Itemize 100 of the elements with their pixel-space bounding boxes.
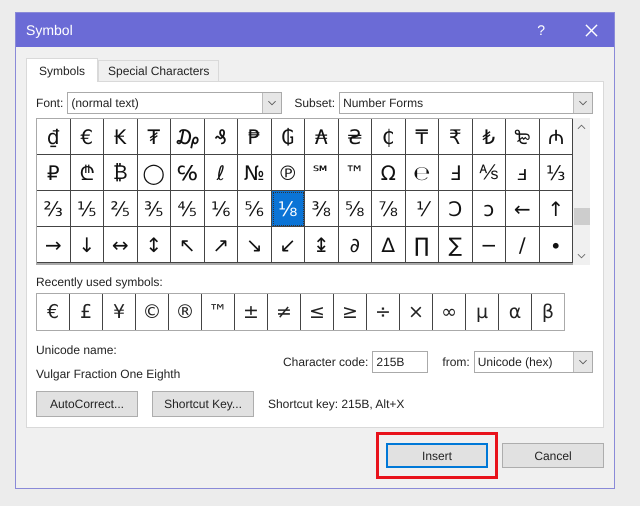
symbol-cell[interactable]: ₼ <box>540 119 573 155</box>
symbol-cell[interactable]: ⅔ <box>37 191 70 227</box>
symbol-cell[interactable]: ⅞ <box>372 191 406 227</box>
tab[interactable]: Symbols <box>26 58 98 82</box>
symbol-cell[interactable]: ⅟ <box>406 191 439 227</box>
symbol-cell[interactable]: ⅍ <box>472 155 506 191</box>
scroll-down-icon[interactable] <box>577 253 586 259</box>
symbol-cell[interactable]: ◯ <box>138 155 171 191</box>
recent-symbol-cell[interactable]: ™ <box>202 294 235 330</box>
symbol-cell[interactable]: ∆ <box>372 227 406 263</box>
symbol-cell[interactable]: ⅖ <box>104 191 138 227</box>
recent-symbol-cell[interactable]: ± <box>235 294 268 330</box>
recent-symbol-cell[interactable]: ∞ <box>433 294 466 330</box>
symbol-cell[interactable]: ₱ <box>238 119 272 155</box>
symbol-cell[interactable]: ⅙ <box>204 191 238 227</box>
recent-symbol-cell[interactable]: £ <box>70 294 103 330</box>
recent-symbol-cell[interactable]: ÷ <box>367 294 400 330</box>
symbol-cell[interactable]: ₫ <box>37 119 70 155</box>
recent-symbol-cell[interactable]: µ <box>466 294 499 330</box>
subset-dropdown[interactable]: Number Forms <box>339 92 594 114</box>
symbol-cell[interactable]: ↕ <box>138 227 171 263</box>
symbol-cell[interactable]: ↖ <box>171 227 204 263</box>
symbol-cell[interactable]: ₸ <box>406 119 439 155</box>
dialog-button[interactable]: Cancel <box>502 443 604 468</box>
symbol-cell[interactable]: ⅜ <box>305 191 338 227</box>
symbol-cell[interactable]: ↓ <box>70 227 104 263</box>
recent-symbol-cell[interactable]: β <box>532 294 564 330</box>
symbol-cell[interactable]: ₵ <box>372 119 406 155</box>
dialog-button[interactable]: Insert <box>386 443 488 468</box>
tab[interactable]: Special Characters <box>98 60 220 81</box>
font-dropdown[interactable]: (normal text) <box>67 92 282 114</box>
symbol-cell[interactable]: ∂ <box>338 227 372 263</box>
symbol-cell[interactable]: ∏ <box>406 227 439 263</box>
symbol-cell[interactable]: ∙ <box>540 227 573 263</box>
symbol-cell[interactable]: ℮ <box>406 155 439 191</box>
scrollbar[interactable] <box>573 118 590 265</box>
symbol-cell[interactable]: ℅ <box>171 155 204 191</box>
symbol-cell[interactable]: ↙ <box>272 227 305 263</box>
symbol-cell[interactable]: ₻ <box>506 119 540 155</box>
font-label: Font: <box>36 96 64 110</box>
recent-symbol-cell[interactable]: © <box>136 294 169 330</box>
recent-symbol-cell[interactable]: € <box>37 294 70 330</box>
symbol-cell[interactable]: ₴ <box>338 119 372 155</box>
symbol-cell[interactable]: ⅎ <box>506 155 540 191</box>
symbol-cell[interactable]: ⅝ <box>338 191 372 227</box>
scroll-thumb[interactable] <box>574 208 590 225</box>
symbol-cell[interactable]: Ω <box>372 155 406 191</box>
symbol-cell[interactable]: ℗ <box>272 155 305 191</box>
symbol-cell[interactable]: ← <box>506 191 540 227</box>
symbol-cell[interactable]: ₽ <box>37 155 70 191</box>
symbol-cell[interactable]: ↄ <box>472 191 506 227</box>
symbol-cell[interactable]: ℓ <box>204 155 238 191</box>
symbol-cell[interactable]: ↨ <box>305 227 338 263</box>
character-code-label: Character code: <box>283 355 368 369</box>
recent-symbol-cell[interactable]: ≥ <box>334 294 367 330</box>
unicode-name-value: Vulgar Fraction One Eighth <box>36 367 182 381</box>
symbol-cell[interactable]: Ↄ <box>439 191 472 227</box>
symbol-cell[interactable]: ™ <box>338 155 372 191</box>
symbol-cell[interactable]: ⅘ <box>171 191 204 227</box>
recent-symbol-cell[interactable]: ≤ <box>301 294 334 330</box>
unicode-name-label: Unicode name: <box>36 343 118 357</box>
symbol-cell[interactable]: € <box>70 119 104 155</box>
symbol-cell[interactable]: ₭ <box>104 119 138 155</box>
recent-symbol-cell[interactable]: ® <box>169 294 202 330</box>
close-icon[interactable] <box>585 24 598 36</box>
symbol-cell[interactable]: № <box>238 155 272 191</box>
symbol-cell[interactable]: ₿ <box>104 155 138 191</box>
symbol-cell[interactable]: ⅛ <box>272 191 305 227</box>
scroll-up-icon[interactable] <box>577 124 586 130</box>
recent-symbol-cell[interactable]: α <box>499 294 532 330</box>
symbol-cell[interactable]: ↑ <box>540 191 573 227</box>
symbol-cell[interactable]: ₳ <box>305 119 338 155</box>
symbol-cell[interactable]: ⅗ <box>138 191 171 227</box>
symbol-cell[interactable]: ₲ <box>272 119 305 155</box>
symbol-cell[interactable]: Ⅎ <box>439 155 472 191</box>
autocorrect-button[interactable]: AutoCorrect... <box>36 391 138 417</box>
shortcut-key-button[interactable]: Shortcut Key... <box>152 391 254 417</box>
symbol-cell[interactable]: ⅓ <box>540 155 573 191</box>
symbol-cell[interactable]: ℠ <box>305 155 338 191</box>
recent-symbol-cell[interactable]: × <box>400 294 433 330</box>
symbol-cell[interactable]: ₹ <box>439 119 472 155</box>
symbol-cell[interactable]: ∕ <box>506 227 540 263</box>
character-code-field[interactable]: 215B <box>372 351 428 373</box>
symbol-cell[interactable]: ₮ <box>138 119 171 155</box>
symbol-cell[interactable]: ↔ <box>104 227 138 263</box>
symbol-cell[interactable]: ₾ <box>70 155 104 191</box>
help-button[interactable]: ? <box>537 22 545 38</box>
symbol-cell[interactable]: ₯ <box>171 119 204 155</box>
symbol-cell[interactable]: − <box>472 227 506 263</box>
from-dropdown[interactable]: Unicode (hex) <box>474 351 593 373</box>
symbol-cell[interactable]: ⅚ <box>238 191 272 227</box>
symbol-cell[interactable]: ₰ <box>204 119 238 155</box>
symbol-cell[interactable]: ∑ <box>439 227 472 263</box>
symbol-cell[interactable]: ↘ <box>238 227 272 263</box>
symbol-cell[interactable]: → <box>37 227 70 263</box>
symbol-cell[interactable]: ↗ <box>204 227 238 263</box>
symbol-cell[interactable]: ₺ <box>472 119 506 155</box>
recent-symbol-cell[interactable]: ≠ <box>268 294 301 330</box>
recent-symbol-cell[interactable]: ¥ <box>103 294 136 330</box>
symbol-cell[interactable]: ⅕ <box>70 191 104 227</box>
